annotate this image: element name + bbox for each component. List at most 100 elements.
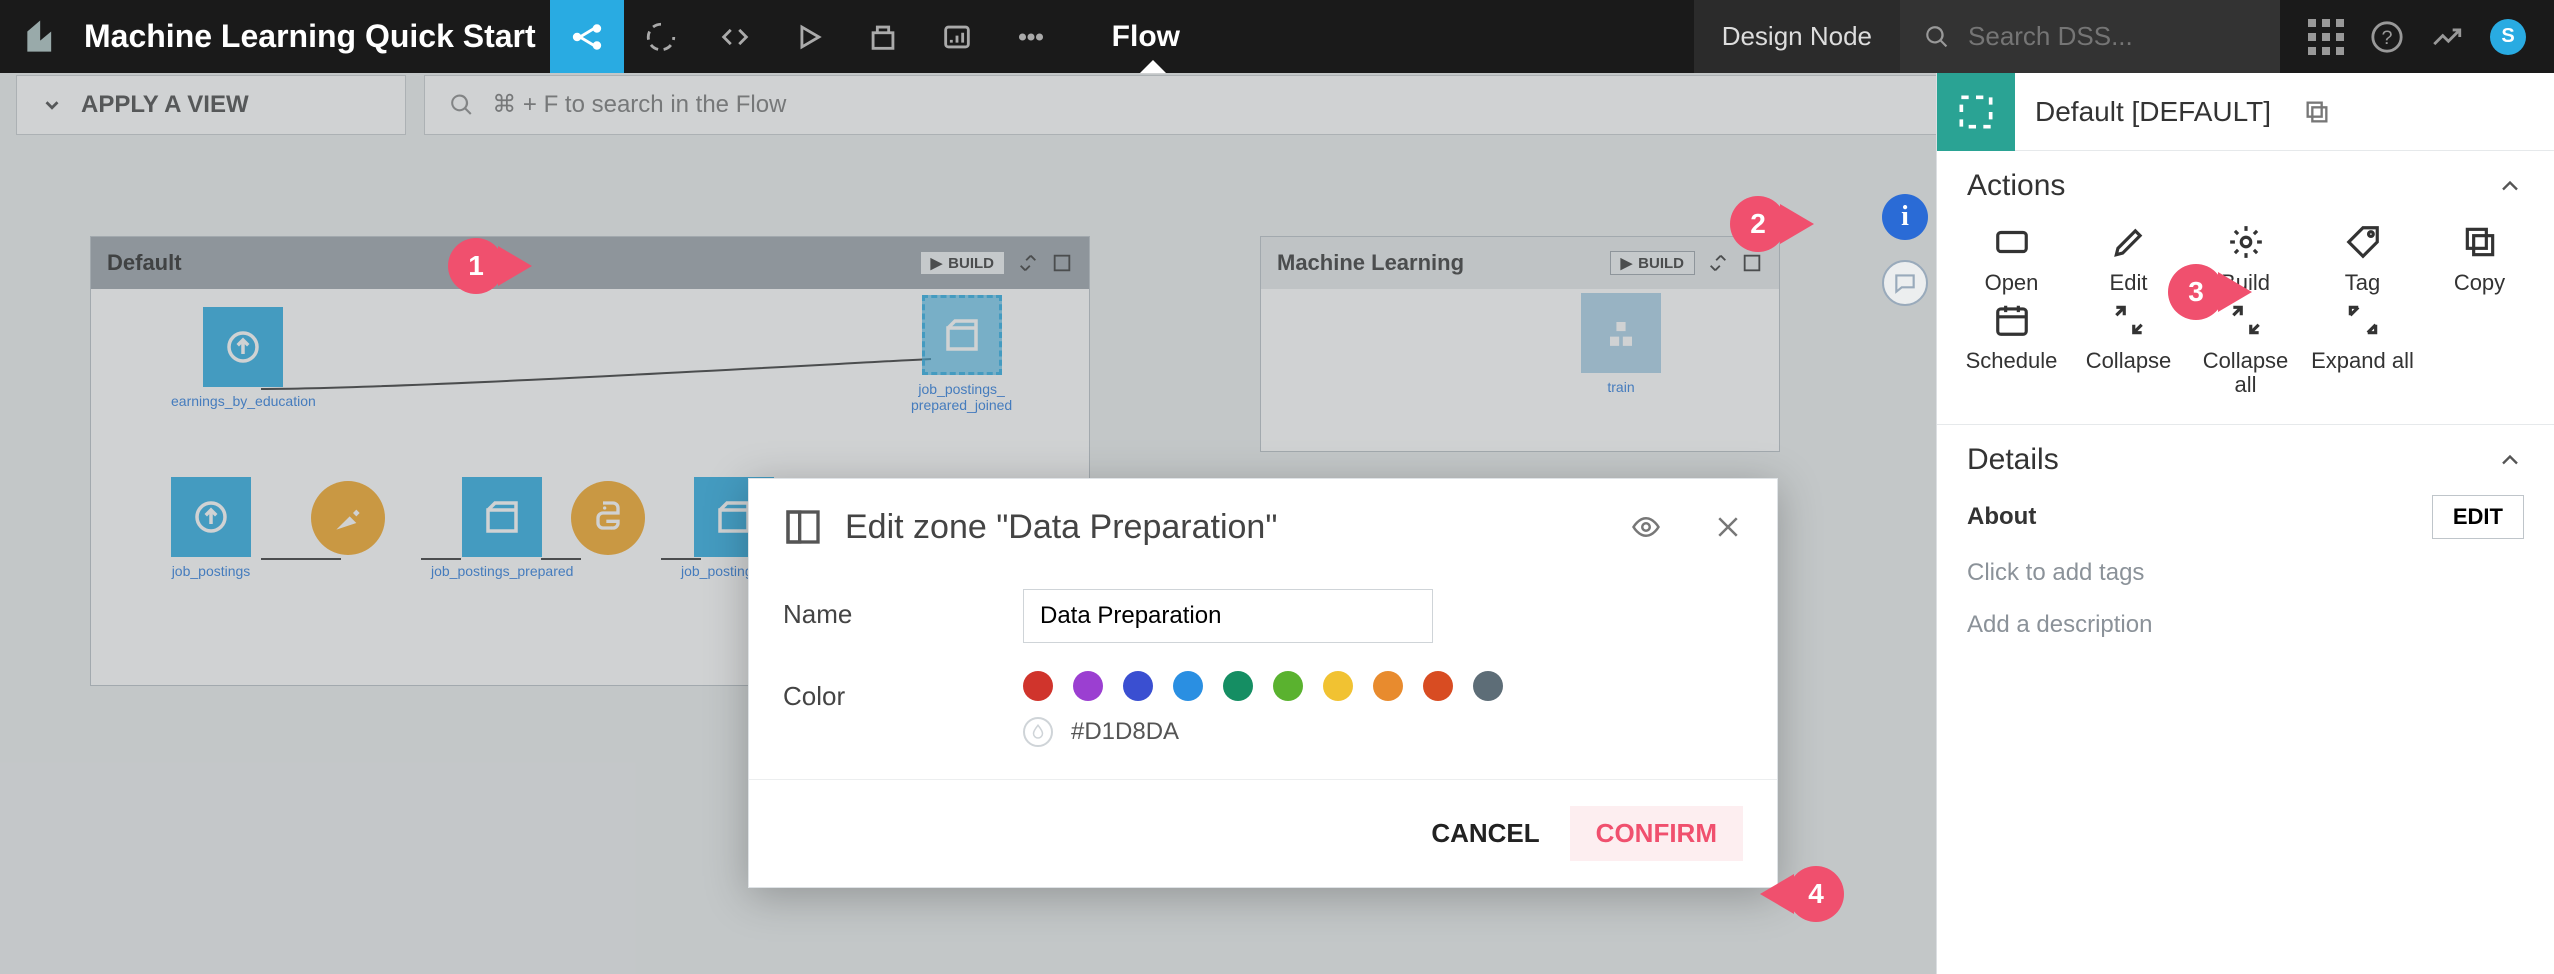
color-swatch[interactable] xyxy=(1123,671,1153,701)
color-swatch[interactable] xyxy=(1423,671,1453,701)
global-search[interactable] xyxy=(1900,0,2280,73)
color-swatch[interactable] xyxy=(1373,671,1403,701)
description-placeholder[interactable]: Add a description xyxy=(1937,605,2554,657)
export-icon[interactable] xyxy=(846,0,920,73)
recipe-node[interactable] xyxy=(311,481,385,555)
search-icon xyxy=(449,92,474,118)
zone-name-input[interactable] xyxy=(1023,589,1433,643)
copy-icon[interactable] xyxy=(2303,98,2331,126)
zone-title: Machine Learning xyxy=(1277,250,1464,276)
confirm-button[interactable]: CONFIRM xyxy=(1570,806,1743,861)
visibility-icon[interactable] xyxy=(1631,512,1661,542)
action-open[interactable]: Open xyxy=(1955,223,2068,295)
action-expand-all[interactable]: Expand all xyxy=(2306,301,2419,397)
chevron-down-icon xyxy=(41,94,63,116)
color-swatch[interactable] xyxy=(1323,671,1353,701)
info-bubble-icon[interactable]: i xyxy=(1882,194,1928,240)
zone-ml[interactable]: Machine Learning ▶ BUILD train xyxy=(1260,236,1780,452)
maximize-icon[interactable] xyxy=(1741,252,1763,274)
zone-tools: ▶ BUILD xyxy=(920,251,1073,275)
dashboard-icon[interactable] xyxy=(920,0,994,73)
panel-header: Default [DEFAULT] xyxy=(1937,73,2554,151)
chevron-up-icon xyxy=(2496,446,2524,474)
zone-selection-icon xyxy=(1937,73,2015,151)
edit-about-button[interactable]: EDIT xyxy=(2432,495,2524,539)
node-label: job_postings xyxy=(172,563,251,579)
section-details-header[interactable]: Details xyxy=(1937,425,2554,487)
hex-value: #D1D8DA xyxy=(1071,718,1179,746)
section-actions[interactable]: Actions xyxy=(1937,151,2554,213)
zone-header[interactable]: Machine Learning ▶ BUILD xyxy=(1261,237,1779,289)
zone-icon xyxy=(783,507,823,547)
collapse-icon[interactable] xyxy=(1707,252,1729,274)
action-schedule[interactable]: Schedule xyxy=(1955,301,2068,397)
chat-bubble-icon[interactable] xyxy=(1882,260,1928,306)
action-tag[interactable]: Tag xyxy=(2306,223,2419,295)
action-copy[interactable]: Copy xyxy=(2423,223,2536,295)
user-avatar[interactable]: S xyxy=(2490,19,2526,55)
tags-placeholder[interactable]: Click to add tags xyxy=(1937,553,2554,605)
dataset-node[interactable]: job_postings xyxy=(171,477,251,579)
flow-icon[interactable] xyxy=(550,0,624,73)
callout-3: 3 xyxy=(2168,264,2252,320)
svg-text:?: ? xyxy=(2381,27,2392,49)
name-field-label: Name xyxy=(783,589,983,630)
design-node-label[interactable]: Design Node xyxy=(1694,0,1900,73)
callout-1: 1 xyxy=(448,238,532,294)
dataset-node[interactable]: earnings_by_education xyxy=(171,307,316,409)
dataset-node[interactable]: job_postings_prepared xyxy=(431,477,573,579)
flow-search[interactable] xyxy=(424,75,1972,135)
zone-title: Default xyxy=(107,250,182,276)
color-swatch[interactable] xyxy=(1223,671,1253,701)
global-search-input[interactable] xyxy=(1968,21,2256,52)
callout-4: 4 xyxy=(1760,866,1844,922)
color-swatch[interactable] xyxy=(1473,671,1503,701)
flow-search-input[interactable] xyxy=(492,91,1947,119)
build-button[interactable]: ▶ BUILD xyxy=(1610,251,1695,275)
collapse-icon[interactable] xyxy=(1017,252,1039,274)
project-title[interactable]: Machine Learning Quick Start xyxy=(84,18,550,55)
color-swatch[interactable] xyxy=(1273,671,1303,701)
maximize-icon[interactable] xyxy=(1051,252,1073,274)
dataset-node[interactable]: job_postings_ prepared_joined xyxy=(911,295,1012,413)
node-label: job_postings_ xyxy=(918,381,1004,397)
color-swatches xyxy=(1023,671,1503,701)
code-icon[interactable] xyxy=(698,0,772,73)
flow-tab-label[interactable]: Flow xyxy=(1112,20,1180,54)
lifecycle-icon[interactable] xyxy=(624,0,698,73)
right-panel: Default [DEFAULT] Actions Open Edit Buil… xyxy=(1936,73,2554,974)
color-swatch[interactable] xyxy=(1023,671,1053,701)
node-label: prepared_joined xyxy=(911,397,1012,413)
apply-view-label: APPLY A VIEW xyxy=(81,91,249,119)
chevron-up-icon xyxy=(2496,172,2524,200)
panel-zone-name: Default [DEFAULT] xyxy=(2035,96,2271,128)
logo-icon[interactable] xyxy=(0,0,84,73)
node-label: train xyxy=(1607,379,1634,395)
zone-tools: ▶ BUILD xyxy=(1610,251,1763,275)
close-icon[interactable] xyxy=(1713,512,1743,542)
apps-icon[interactable] xyxy=(2308,19,2344,55)
cancel-button[interactable]: CANCEL xyxy=(1431,806,1539,861)
modal-title: Edit zone "Data Preparation" xyxy=(845,508,1277,547)
callout-2: 2 xyxy=(1730,196,1814,252)
node-label: earnings_by_education xyxy=(171,393,316,409)
apply-view-dropdown[interactable]: APPLY A VIEW xyxy=(16,75,406,135)
color-swatch[interactable] xyxy=(1173,671,1203,701)
more-icon[interactable] xyxy=(994,0,1068,73)
help-icon[interactable]: ? xyxy=(2370,20,2404,54)
build-button[interactable]: ▶ BUILD xyxy=(920,251,1005,275)
ml-node[interactable]: train xyxy=(1581,293,1661,395)
header-right-icons: ? S xyxy=(2280,19,2554,55)
color-swatch[interactable] xyxy=(1073,671,1103,701)
search-icon xyxy=(1924,22,1950,52)
about-label: About xyxy=(1967,503,2036,531)
trend-icon[interactable] xyxy=(2430,20,2464,54)
no-color-icon[interactable] xyxy=(1023,717,1053,747)
section-details: Details About EDIT Click to add tags Add… xyxy=(1937,424,2554,657)
flow-tab-caret xyxy=(1139,60,1167,74)
edit-zone-modal: Edit zone "Data Preparation" Name Color … xyxy=(748,478,1778,888)
run-icon[interactable] xyxy=(772,0,846,73)
python-recipe-node[interactable] xyxy=(571,481,645,555)
zone-header[interactable]: Default ▶ BUILD xyxy=(91,237,1089,289)
section-title: Details xyxy=(1967,443,2059,477)
